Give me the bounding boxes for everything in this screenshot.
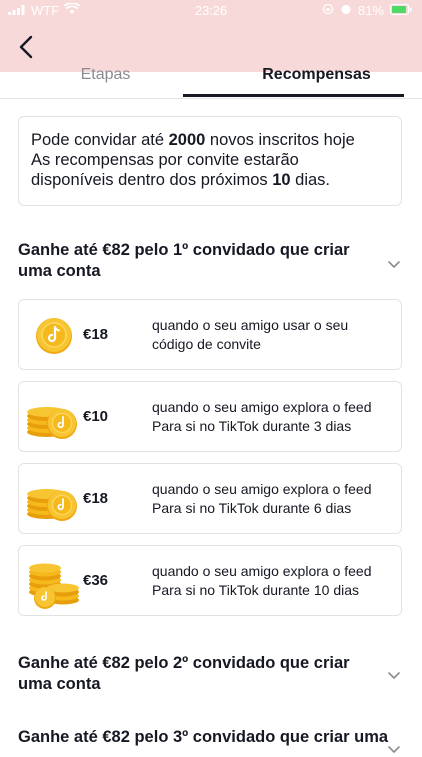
invite-limit: 2000 bbox=[168, 131, 206, 149]
alarm-icon bbox=[340, 3, 352, 18]
reward-amount: €18 bbox=[83, 490, 109, 507]
rotation-lock-icon bbox=[322, 3, 334, 18]
tab-recompensas[interactable]: Recompensas bbox=[211, 64, 422, 96]
battery-icon bbox=[390, 3, 412, 18]
reward-card: €36 quando o seu amigo explora o feed Pa… bbox=[18, 545, 402, 616]
reward-section-3-header[interactable]: Ganhe até €82 pelo 3º convidado que cria… bbox=[18, 727, 402, 754]
info-line-2: As recompensas por convite estarão bbox=[31, 151, 299, 169]
reward-description: quando o seu amigo usar o seu código de … bbox=[152, 317, 349, 352]
chevron-left-icon bbox=[19, 35, 33, 59]
single-coin-icon bbox=[36, 318, 72, 354]
reward-description: quando o seu amigo explora o feed Para s… bbox=[152, 563, 372, 598]
coin-stack-icon bbox=[27, 407, 77, 439]
reward-description: quando o seu amigo explora o feed Para s… bbox=[152, 399, 372, 434]
info-line-3: disponíveis dentro dos próximos 10 dias. bbox=[31, 171, 331, 189]
reward-section-1-header[interactable]: Ganhe até €82 pelo 1º convidado que cria… bbox=[18, 240, 402, 282]
reward-card: €18 quando o seu amigo explora o feed Pa… bbox=[18, 463, 402, 534]
reward-amount: €18 bbox=[83, 326, 109, 343]
chevron-down-icon[interactable] bbox=[386, 256, 402, 272]
section-title: Ganhe até €82 pelo 2º convidado que cria… bbox=[18, 654, 350, 693]
section-title: Ganhe até €82 pelo 3º convidado que cria… bbox=[18, 728, 389, 746]
battery-percent: 81% bbox=[357, 3, 384, 18]
invite-info-box: Pode convidar até 2000 novos inscritos h… bbox=[18, 116, 402, 206]
reward-days: 10 bbox=[272, 171, 291, 189]
reward-card: €10 quando o seu amigo explora o feed Pa… bbox=[18, 381, 402, 452]
reward-amount: €36 bbox=[83, 572, 109, 589]
section-title: Ganhe até €82 pelo 1º convidado que cria… bbox=[18, 241, 350, 280]
reward-description: quando o seu amigo explora o feed Para s… bbox=[152, 481, 372, 516]
chevron-down-icon[interactable] bbox=[386, 667, 402, 683]
back-button[interactable] bbox=[12, 32, 42, 62]
info-line-1: Pode convidar até 2000 novos inscritos h… bbox=[31, 131, 355, 149]
reward-card: €18 quando o seu amigo usar o seu código… bbox=[18, 299, 402, 370]
chevron-down-icon[interactable] bbox=[386, 741, 402, 757]
reward-section-2-header[interactable]: Ganhe até €82 pelo 2º convidado que cria… bbox=[18, 653, 402, 695]
tab-etapas[interactable]: Etapas bbox=[0, 64, 211, 96]
status-bar: WTF 23:26 81% bbox=[0, 0, 422, 22]
status-right: 81% bbox=[322, 3, 412, 18]
coin-stack-icon bbox=[27, 489, 77, 521]
active-tab-indicator bbox=[183, 94, 404, 97]
coin-pile-icon bbox=[29, 563, 79, 609]
reward-amount: €10 bbox=[83, 408, 109, 425]
